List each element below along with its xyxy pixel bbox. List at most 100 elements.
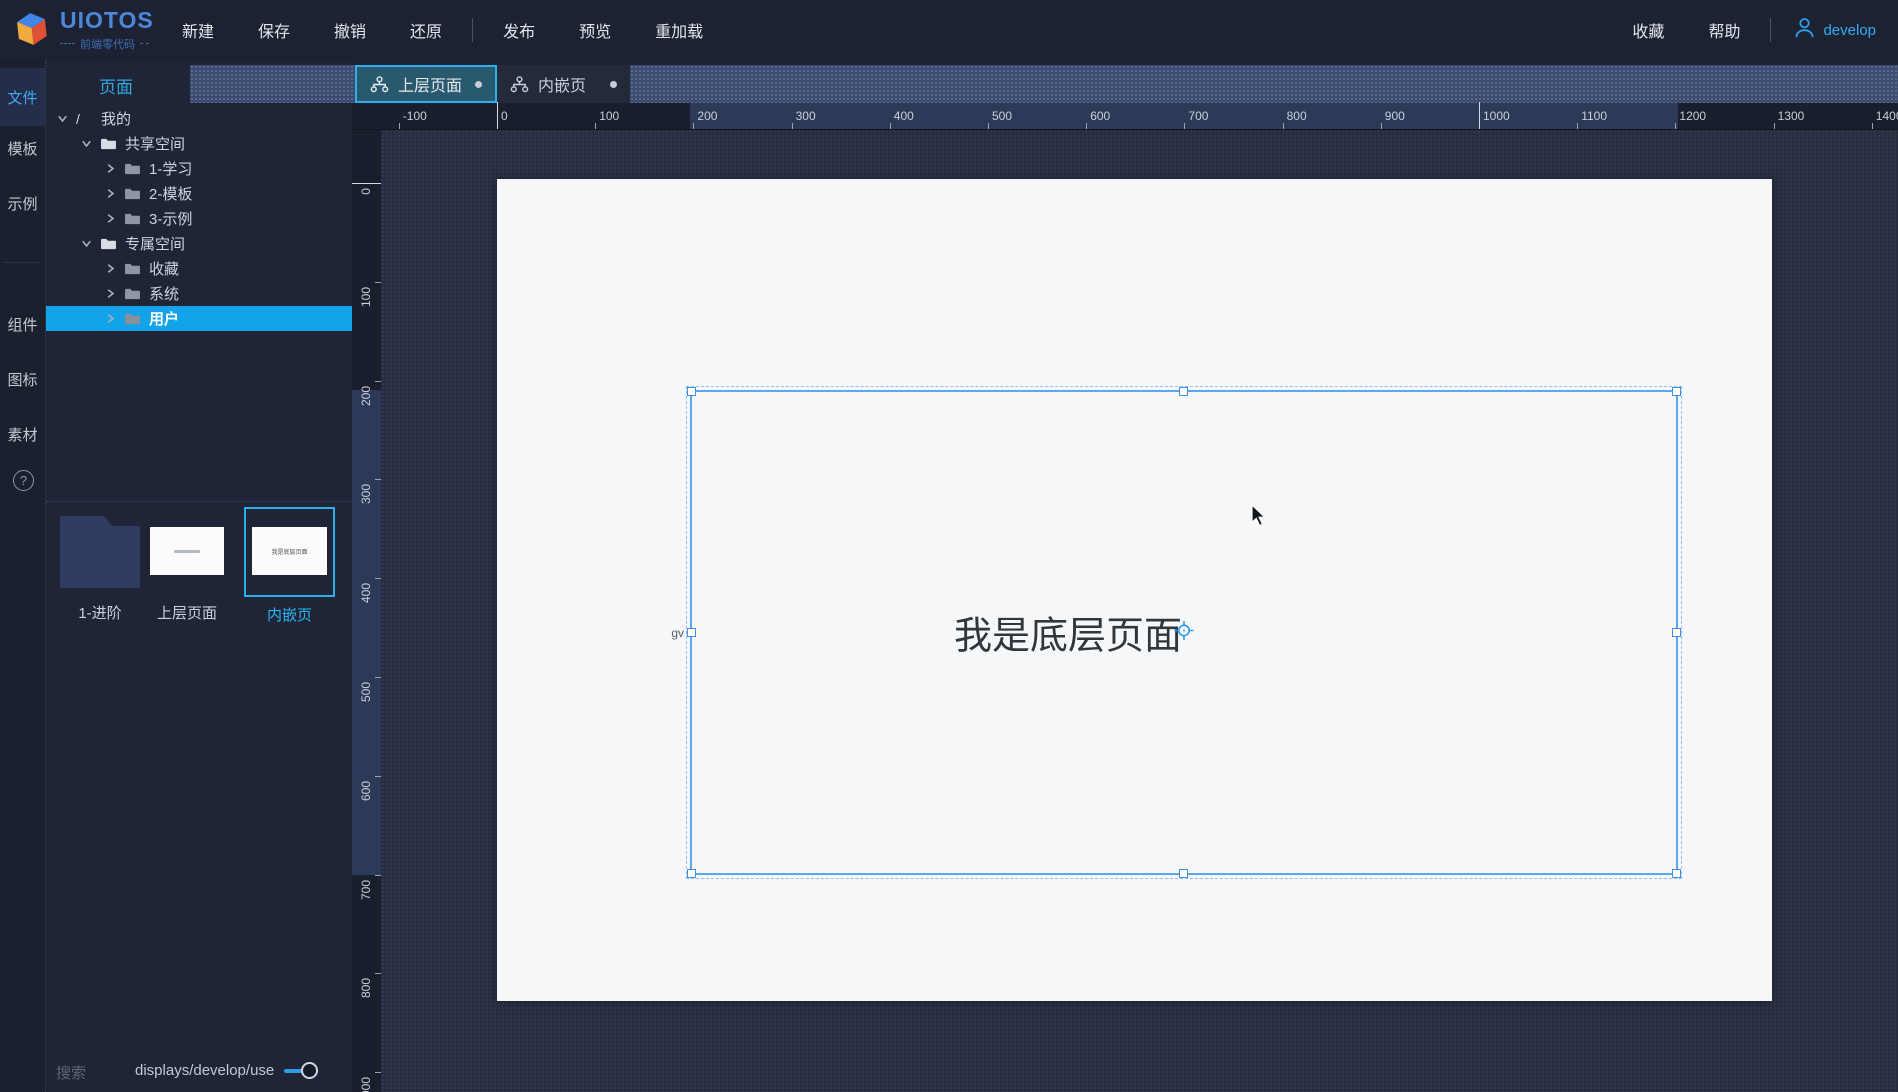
app-name: UIOTOS (60, 9, 154, 32)
pages-panel: 页面 /我的共享空间1-学习2-模板3-示例专属空间收藏系统用户 1-进阶上层页… (46, 60, 352, 1092)
menu-preview[interactable]: 预览 (557, 18, 633, 42)
sidebar-item-materials[interactable]: 素材 (0, 408, 45, 460)
folder-icon (124, 162, 142, 176)
ruler-tick (375, 578, 381, 579)
menu-help[interactable]: 帮助 (1686, 18, 1762, 42)
tree-node-collect[interactable]: 收藏 (46, 256, 352, 281)
thumbnail-advanced[interactable]: 1-进阶 (60, 516, 140, 616)
chevron-right-icon (105, 263, 117, 275)
subtitle-dash (60, 43, 75, 44)
ruler-tick (497, 102, 498, 129)
tree-node-template[interactable]: 2-模板 (46, 181, 352, 206)
subtitle-text: 前端零代码 (80, 36, 135, 52)
menu-undo[interactable]: 撤销 (312, 18, 388, 42)
tree-node-my[interactable]: /我的 (46, 106, 352, 131)
horizontal-ruler: -100010020030040050060070080090010001100… (352, 103, 1898, 130)
ruler-tick (988, 123, 989, 129)
tree-node-label: 用户 (149, 308, 179, 329)
resize-handle-top-middle[interactable] (1179, 387, 1188, 396)
ruler-label: 800 (1287, 109, 1307, 123)
app-logo[interactable]: UIOTOS 前端零代码 (0, 9, 160, 52)
user-icon (1793, 16, 1816, 44)
resize-handle-bottom-right[interactable] (1672, 869, 1681, 878)
ruler-label: 200 (359, 386, 373, 406)
sidebar-item-templates[interactable]: 模板 (0, 122, 45, 174)
menu-restore[interactable]: 还原 (388, 18, 464, 42)
ruler-selection-band (352, 390, 381, 875)
resize-handle-top-right[interactable] (1672, 387, 1681, 396)
ruler-tick (399, 123, 400, 129)
ruler-label: 1300 (1778, 109, 1805, 123)
menu-reload[interactable]: 重加载 (633, 18, 725, 42)
ruler-tick (595, 123, 596, 129)
tab-embedded-page[interactable]: 内嵌页 (497, 65, 630, 103)
preview-text: 我是底层页面 (271, 547, 307, 556)
resize-handle-middle-right[interactable] (1672, 628, 1681, 637)
ruler-label: 500 (359, 682, 373, 702)
folder-thumb-shape (60, 516, 140, 588)
thumbnail-upper-page[interactable]: 上层页面 (150, 516, 224, 616)
user-chip[interactable]: develop (1779, 16, 1882, 44)
menu-save[interactable]: 保存 (236, 18, 312, 42)
ruler-label: 100 (599, 109, 619, 123)
selection-box[interactable]: gv (690, 390, 1678, 875)
menu-favorites[interactable]: 收藏 (1610, 18, 1686, 42)
chevron-right-icon (105, 188, 117, 200)
ruler-tick (352, 183, 381, 184)
panel-footer: 搜索 displays/develop/use (46, 1050, 352, 1092)
ruler-label: 600 (1090, 109, 1110, 123)
tree-node-study[interactable]: 1-学习 (46, 156, 352, 181)
panel-title: 页面 (99, 73, 133, 98)
tree-node-label: 系统 (149, 283, 179, 304)
ruler-label: 800 (359, 978, 373, 998)
ruler-tick (1774, 123, 1775, 129)
subtitle-dash (140, 43, 149, 44)
search-input[interactable]: 搜索 (56, 1062, 86, 1083)
tree-node-label: 2-模板 (149, 183, 192, 204)
sidebar-item-components[interactable]: 组件 (0, 298, 45, 350)
resize-handle-bottom-middle[interactable] (1179, 869, 1188, 878)
page-tree: /我的共享空间1-学习2-模板3-示例专属空间收藏系统用户 (46, 106, 352, 331)
ruler-tick (375, 875, 381, 876)
tree-node-user[interactable]: 用户 (46, 306, 352, 331)
zoom-slider[interactable] (284, 1061, 334, 1081)
tree-node-system[interactable]: 系统 (46, 281, 352, 306)
ruler-label: -100 (403, 109, 427, 123)
ruler-label: 400 (359, 583, 373, 603)
mouse-cursor-icon (1250, 504, 1270, 533)
tree-node-private-space[interactable]: 专属空间 (46, 231, 352, 256)
resize-handle-middle-left[interactable] (687, 628, 696, 637)
thumbnail-label: 上层页面 (150, 602, 224, 623)
panel-divider (46, 501, 352, 502)
thumbnail-list: 1-进阶上层页面我是底层页面内嵌页 (46, 507, 352, 632)
thumbnail-embedded-page[interactable]: 我是底层页面内嵌页 (244, 507, 335, 597)
menu-publish[interactable]: 发布 (481, 18, 557, 42)
sidebar-item-examples[interactable]: 示例 (0, 177, 45, 229)
tree-node-example[interactable]: 3-示例 (46, 206, 352, 231)
resize-handle-top-left[interactable] (687, 387, 696, 396)
ruler-tick (1381, 123, 1382, 129)
tab-label: 上层页面 (398, 72, 462, 96)
ruler-label: 1000 (1483, 109, 1510, 123)
logo-cube-icon (12, 9, 52, 51)
ruler-label: 100 (359, 287, 373, 307)
ruler-label: 900 (1385, 109, 1405, 123)
sidebar-item-icons[interactable]: 图标 (0, 353, 45, 405)
menu-new[interactable]: 新建 (160, 18, 236, 42)
anchor-crosshair-icon[interactable] (1174, 620, 1194, 645)
ruler-label: 1400 (1876, 109, 1898, 123)
sidebar-item-files[interactable]: 文件 (0, 68, 45, 126)
ruler-tick (1675, 123, 1676, 129)
resize-handle-bottom-left[interactable] (687, 869, 696, 878)
ruler-tick (1184, 123, 1185, 129)
modified-dot-icon (475, 81, 482, 88)
ruler-label: 0 (359, 188, 373, 195)
help-icon[interactable]: ? (13, 470, 34, 491)
modified-dot-icon (610, 81, 617, 88)
tab-upper-page[interactable]: 上层页面 (355, 65, 497, 103)
ruler-tick (1479, 102, 1480, 129)
deploy-path: displays/develop/use (135, 1062, 274, 1079)
folder-icon (124, 287, 142, 301)
slider-knob-icon[interactable] (301, 1062, 318, 1079)
tree-node-shared-space[interactable]: 共享空间 (46, 131, 352, 156)
